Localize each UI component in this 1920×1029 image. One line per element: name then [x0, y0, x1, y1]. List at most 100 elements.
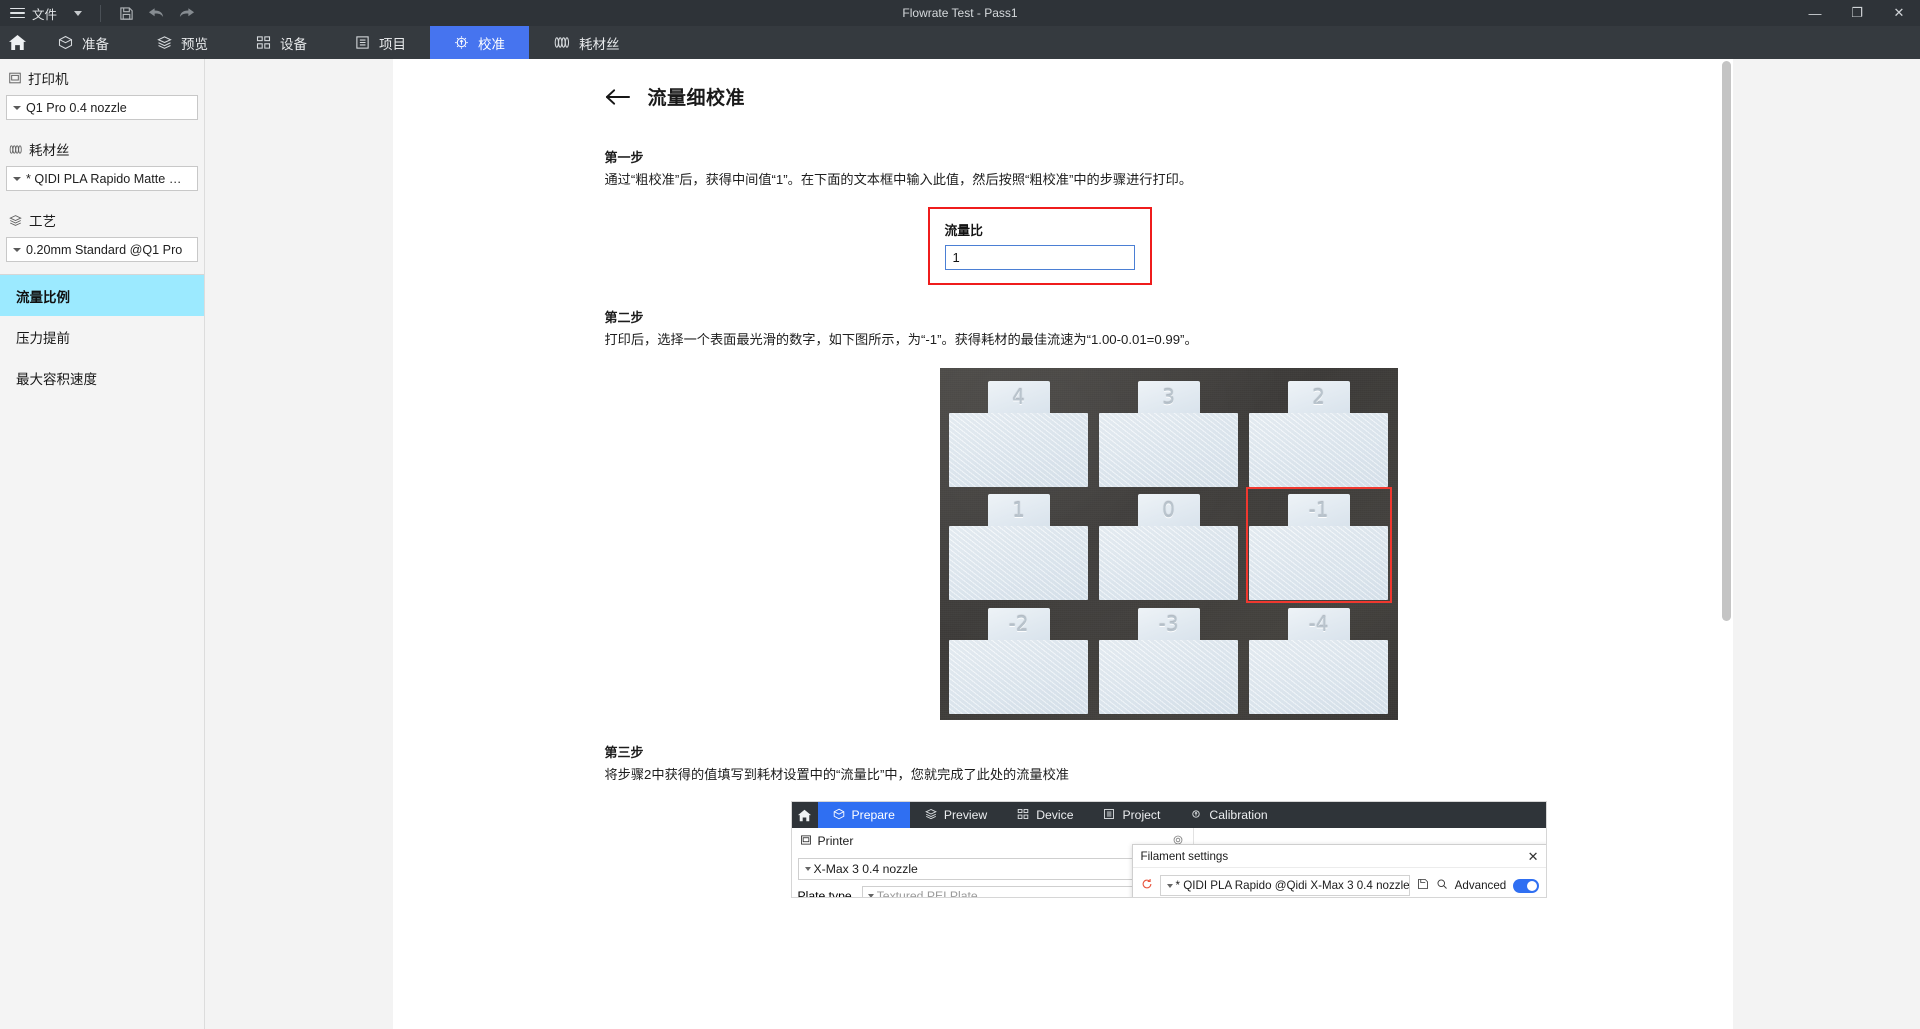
advanced-label: Advanced: [1455, 879, 1507, 892]
embedded-filament-combo[interactable]: * QIDI PLA Rapido @Qidi X-Max 3 0.4 nozz…: [1160, 875, 1410, 896]
filament-settings-title: Filament settings: [1141, 850, 1229, 863]
step-2-text: 打印后，选择一个表面最光滑的数字，如下图所示，为“-1”。获得耗材的最佳流速为“…: [605, 330, 1733, 350]
tab-project-label: 项目: [379, 33, 406, 53]
sample-body: [1249, 413, 1388, 487]
embedded-tab-project[interactable]: Project: [1088, 802, 1175, 828]
tab-prepare[interactable]: 准备: [34, 26, 133, 59]
sample-body: [949, 526, 1088, 600]
photo-sample-grid: 4 3 2 1: [940, 368, 1398, 720]
photo-sample-cell: 3: [1094, 374, 1244, 487]
filament-icon: [8, 143, 23, 156]
page-scrollbar[interactable]: [1722, 61, 1731, 1027]
project-icon: [355, 35, 370, 50]
sample-number: -1: [1309, 498, 1329, 522]
filament-preset-row: * QIDI PLA Rapido @Qidi X-Max 3 0.4 nozz…: [1133, 868, 1547, 898]
sample-body: [1249, 640, 1388, 714]
embedded-home-tab-button[interactable]: [792, 802, 818, 828]
step-1-text: 通过“粗校准”后，获得中间值“1”。在下面的文本框中输入此值，然后按照“粗校准”…: [605, 170, 1733, 190]
prepare-icon: [58, 35, 73, 50]
embedded-plate-label: Plate type: [798, 889, 852, 898]
page-scrollbar-thumb[interactable]: [1722, 61, 1731, 621]
sample-number: 3: [1162, 385, 1175, 409]
titlebar-left-group: 文件: [0, 0, 201, 26]
tab-filament[interactable]: 耗材丝: [529, 26, 644, 59]
save-icon[interactable]: [1417, 877, 1429, 895]
calibration-page: 流量细校准 第一步 通过“粗校准”后，获得中间值“1”。在下面的文本框中输入此值…: [393, 59, 1733, 1029]
embedded-printer-label: Printer: [818, 834, 854, 848]
flow-ratio-label: 流量比: [945, 220, 1135, 239]
device-icon: [1017, 808, 1029, 823]
sidebar-item-flow-ratio-label: 流量比例: [16, 286, 70, 306]
close-button[interactable]: ✕: [1878, 0, 1920, 26]
tab-preview[interactable]: 预览: [133, 26, 232, 59]
embedded-tab-device-label: Device: [1036, 808, 1073, 822]
step-2-block: 第二步 打印后，选择一个表面最光滑的数字，如下图所示，为“-1”。获得耗材的最佳…: [605, 307, 1733, 350]
close-icon[interactable]: ✕: [1528, 850, 1539, 863]
sample-body: [1249, 526, 1388, 600]
sample-number: 4: [1012, 385, 1025, 409]
embedded-tab-bar: Prepare Preview: [792, 802, 1546, 828]
minimize-button[interactable]: —: [1794, 0, 1836, 26]
back-arrow-icon[interactable]: [605, 86, 631, 108]
window-title: Flowrate Test - Pass1: [0, 6, 1920, 20]
calibration-icon: [454, 35, 469, 50]
sidebar-section-filament: 耗材丝: [0, 130, 204, 163]
reset-icon[interactable]: [1141, 878, 1153, 893]
photo-sample-cell: -3: [1094, 601, 1244, 714]
calibration-icon: [1190, 808, 1202, 823]
sample-body: [949, 640, 1088, 714]
filament-preset-combo[interactable]: * QIDI PLA Rapido Matte @Qidi Q1...: [6, 166, 198, 191]
embedded-printer-combo[interactable]: X-Max 3 0.4 nozzle: [798, 858, 1185, 880]
search-icon[interactable]: [1436, 877, 1448, 895]
sample-tab: -4: [1288, 608, 1350, 640]
sample-tab: 2: [1288, 381, 1350, 413]
file-menu-button[interactable]: 文件: [0, 0, 90, 26]
sidebar-section-printer-label: 打印机: [28, 68, 69, 88]
embedded-tab-prepare-label: Prepare: [852, 808, 895, 822]
embedded-tab-preview[interactable]: Preview: [910, 802, 1002, 828]
save-icon[interactable]: [111, 0, 141, 26]
title-bar: 文件 Flowrate Test - Pass1 — ❐ ✕: [0, 0, 1920, 26]
maximize-restore-button[interactable]: ❐: [1836, 0, 1878, 26]
sidebar-item-max-volumetric-speed[interactable]: 最大容积速度: [0, 357, 204, 398]
tab-project[interactable]: 项目: [331, 26, 430, 59]
sample-number: 1: [1012, 498, 1025, 522]
embedded-body: Printer X-Max 3 0.4 nozzle: [792, 828, 1546, 897]
embedded-tab-calibration-label: Calibration: [1209, 808, 1267, 822]
undo-icon[interactable]: [141, 0, 171, 26]
embedded-screenshot-section: Prepare Preview: [605, 801, 1733, 898]
sample-number: -2: [1009, 612, 1029, 636]
process-preset-combo[interactable]: 0.20mm Standard @Q1 Pro: [6, 237, 198, 262]
process-preset-value: 0.20mm Standard @Q1 Pro: [26, 243, 182, 257]
embedded-tab-device[interactable]: Device: [1002, 802, 1088, 828]
tab-device[interactable]: 设备: [232, 26, 331, 59]
flowrate-photo-section: 4 3 2 1: [605, 368, 1733, 720]
redo-icon[interactable]: [171, 0, 201, 26]
main-content-area: 流量细校准 第一步 通过“粗校准”后，获得中间值“1”。在下面的文本框中输入此值…: [205, 59, 1920, 1029]
sidebar-item-flow-ratio[interactable]: 流量比例: [0, 275, 204, 316]
tab-calibration[interactable]: 校准: [430, 26, 529, 59]
sample-tab: -1: [1288, 494, 1350, 526]
embedded-plate-value: Textured PEI Plate: [877, 889, 978, 898]
window-controls: — ❐ ✕: [1794, 0, 1920, 26]
printer-preset-combo[interactable]: Q1 Pro 0.4 nozzle: [6, 95, 198, 120]
chevron-down-icon: [13, 106, 21, 110]
sample-body: [1099, 413, 1238, 487]
sidebar-section-process: 工艺: [0, 201, 204, 234]
tab-device-label: 设备: [280, 33, 307, 53]
home-tab-button[interactable]: [0, 26, 34, 59]
chevron-down-icon: [13, 177, 21, 181]
step-3-text: 将步骤2中获得的值填写到耗材设置中的“流量比”中，您就完成了此处的流量校准: [605, 765, 1733, 785]
flowrate-test-photo: 4 3 2 1: [940, 368, 1398, 720]
chevron-down-icon[interactable]: [74, 11, 82, 16]
sidebar-item-pressure-advance-label: 压力提前: [16, 327, 70, 347]
flow-ratio-input[interactable]: [945, 245, 1135, 270]
advanced-toggle[interactable]: [1513, 879, 1538, 893]
sample-number: 0: [1162, 498, 1175, 522]
embedded-tab-calibration[interactable]: Calibration: [1175, 802, 1282, 828]
tab-prepare-label: 准备: [82, 33, 109, 53]
flow-ratio-highlight-box: 流量比: [928, 207, 1152, 285]
left-sidebar: 打印机 Q1 Pro 0.4 nozzle 耗材丝 * QIDI PLA Rap…: [0, 59, 205, 1029]
sidebar-item-pressure-advance[interactable]: 压力提前: [0, 316, 204, 357]
embedded-tab-prepare[interactable]: Prepare: [818, 802, 910, 828]
